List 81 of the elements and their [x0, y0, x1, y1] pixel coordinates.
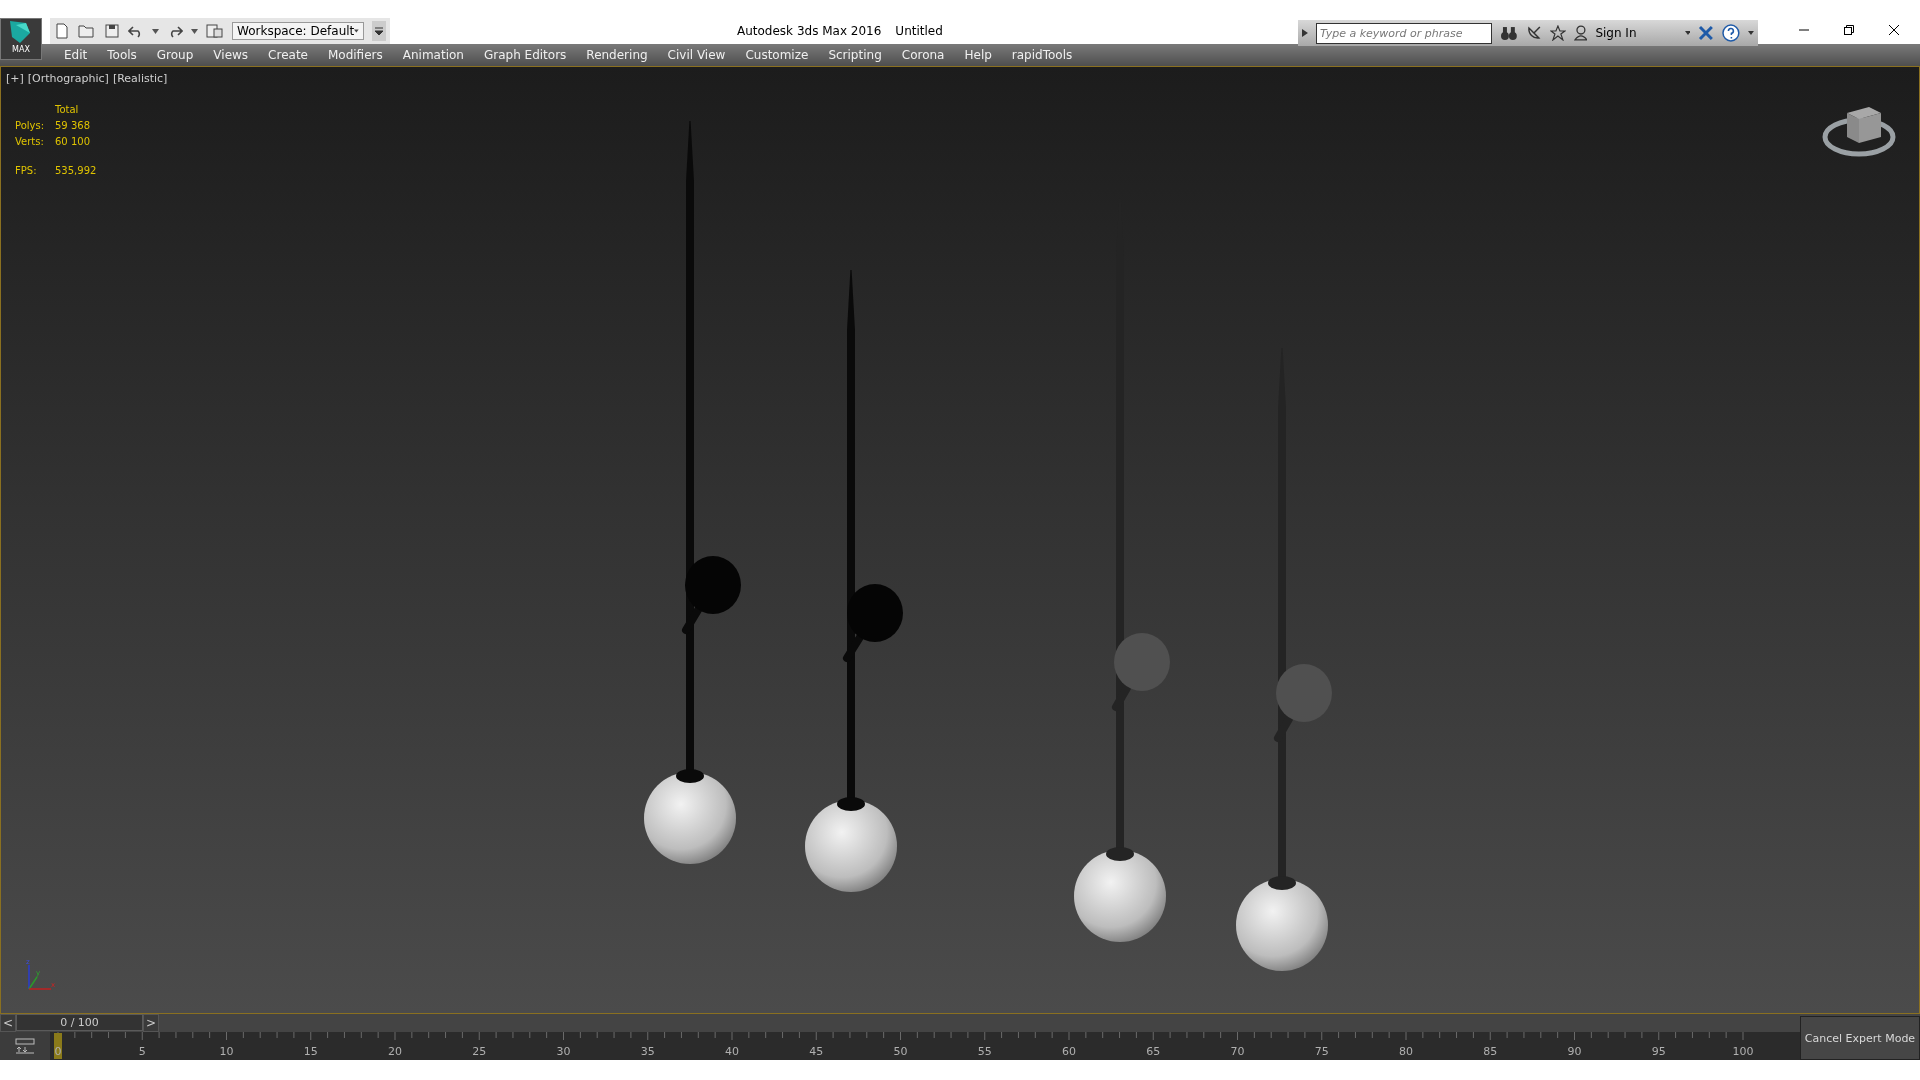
curve-editor-button[interactable] — [0, 1032, 50, 1060]
frame-label: 100 — [1732, 1045, 1754, 1058]
close-icon[interactable] — [1888, 24, 1900, 36]
fps-value: 535,992 — [55, 164, 97, 177]
cancel-expert-mode-button[interactable]: Cancel Expert Mode — [1800, 1016, 1920, 1060]
viewport-label[interactable]: [+] — [6, 72, 24, 85]
frame-label: 45 — [809, 1045, 824, 1058]
project-folder-icon[interactable] — [206, 23, 224, 39]
caret-icon — [354, 29, 359, 33]
user-icon[interactable] — [1573, 25, 1588, 41]
fps-label: FPS: — [15, 164, 38, 177]
sign-in-link[interactable]: Sign In — [1595, 26, 1637, 40]
caret-icon[interactable] — [1684, 31, 1691, 35]
expand-arrow-icon[interactable] — [1302, 29, 1308, 37]
frame-label: 0 — [54, 1045, 62, 1058]
frame-label: 35 — [640, 1045, 655, 1058]
menu-item[interactable]: Corona — [891, 48, 955, 62]
binoculars-icon[interactable] — [1500, 25, 1518, 41]
restore-icon[interactable] — [1843, 24, 1855, 36]
toolbar-menu-button[interactable] — [372, 21, 386, 41]
frame-label: 85 — [1483, 1045, 1498, 1058]
stats-header: Total — [55, 103, 80, 116]
frame-label: 10 — [219, 1045, 234, 1058]
time-slider-thumb[interactable]: 0 / 100 — [16, 1014, 143, 1031]
menu-item[interactable]: Scripting — [818, 48, 892, 62]
menu-item[interactable]: Edit — [54, 48, 98, 62]
star-icon[interactable] — [1549, 25, 1566, 41]
document-title: Untitled — [895, 24, 943, 38]
caret-icon[interactable] — [1748, 31, 1754, 35]
caret-icon[interactable] — [152, 28, 159, 34]
frame-label: 90 — [1567, 1045, 1582, 1058]
frame-label: 80 — [1399, 1045, 1413, 1058]
app-logo[interactable]: MAX — [0, 18, 42, 60]
frame-label: 65 — [1146, 1045, 1161, 1058]
current-frame-marker[interactable] — [54, 1033, 62, 1059]
menu-item[interactable]: Civil View — [657, 48, 736, 62]
satellite-dish-icon[interactable] — [1525, 25, 1542, 41]
frame-label: 95 — [1651, 1045, 1666, 1058]
menu-item[interactable]: Modifiers — [317, 48, 393, 62]
stat-label: Polys: — [15, 119, 46, 132]
viewport-label[interactable]: [Realistic] — [112, 72, 168, 85]
next-frame-button[interactable]: > — [143, 1014, 159, 1032]
menu-item[interactable]: Group — [146, 48, 204, 62]
frame-label: 5 — [138, 1045, 146, 1058]
menu-item[interactable]: Help — [954, 48, 1002, 62]
frame-label: 40 — [725, 1045, 739, 1058]
menu-item[interactable]: Animation — [392, 48, 474, 62]
search-field[interactable]: Type a keyword or phrase — [1315, 22, 1493, 44]
menu-item[interactable]: Graph Editors — [473, 48, 577, 62]
previous-frame-button[interactable]: < — [0, 1014, 16, 1032]
new-file-icon[interactable] — [54, 23, 70, 39]
frame-label: 75 — [1314, 1045, 1329, 1058]
exchange-icon[interactable] — [1698, 25, 1715, 41]
menu-caret-icon — [375, 27, 383, 35]
frame-label: 30 — [556, 1045, 571, 1058]
frame-label: 20 — [388, 1045, 402, 1058]
help-icon[interactable] — [1722, 24, 1741, 42]
curve-editor-icon — [14, 1038, 36, 1054]
menu-item[interactable]: Create — [258, 48, 318, 62]
menu-item[interactable]: Views — [203, 48, 259, 62]
stat-label: Verts: — [15, 135, 45, 148]
frame-label: 60 — [1062, 1045, 1076, 1058]
frame-label: 70 — [1230, 1045, 1245, 1058]
logo-label: MAX — [12, 45, 30, 55]
app-title: Autodesk 3ds Max 2016 — [737, 24, 882, 38]
save-icon[interactable] — [104, 23, 120, 39]
open-folder-icon[interactable] — [78, 23, 96, 39]
workspace-dropdown[interactable]: Workspace: Default — [232, 22, 364, 40]
track-bar[interactable]: 0 5 10 15 20 25 30 35 40 45 50 55 60 65 70 75 80 85 90 95 100 — [50, 1032, 1800, 1060]
frame-label: 25 — [472, 1045, 487, 1058]
menu-item[interactable]: Rendering — [576, 48, 658, 62]
viewport-label[interactable]: [Orthographic] — [27, 72, 109, 85]
frame-label: 50 — [893, 1045, 908, 1058]
frame-label: 55 — [977, 1045, 992, 1058]
stat-value: 60 100 — [55, 135, 91, 148]
stat-value: 59 368 — [55, 119, 91, 132]
menu-item[interactable]: Tools — [97, 48, 147, 62]
menu-item[interactable]: rapidTools — [1001, 48, 1083, 62]
caret-icon[interactable] — [191, 28, 198, 34]
menu-item[interactable]: Customize — [735, 48, 819, 62]
frame-label: 15 — [303, 1045, 318, 1058]
